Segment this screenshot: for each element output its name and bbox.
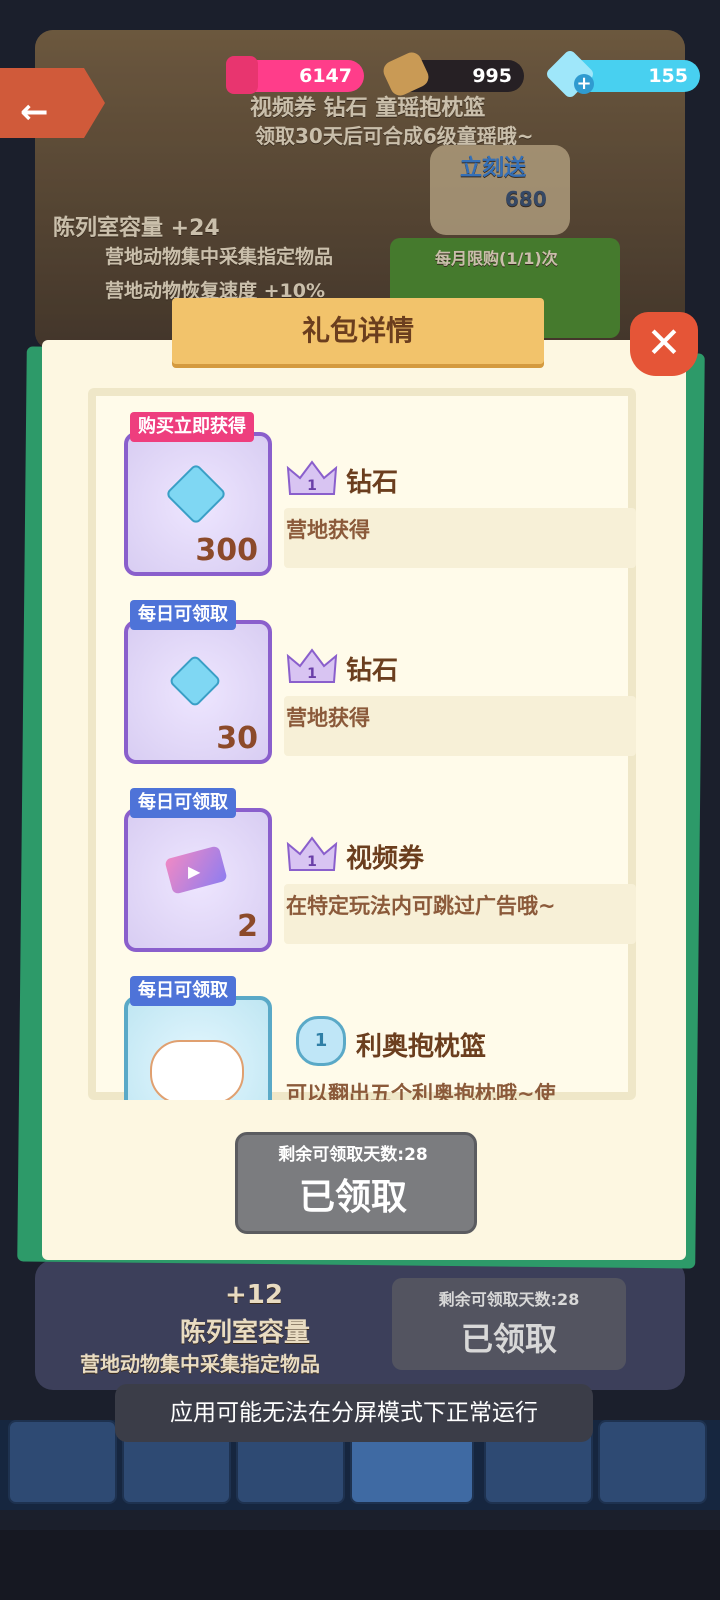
reward-badge: 每日可领取 [130,788,236,818]
add-gem-icon[interactable]: + [574,74,594,94]
diamond-icon [168,654,222,708]
bg-claim-label: 已领取 [460,1320,557,1358]
claimed-label: 已领取 [298,1177,407,1218]
dialog-title: 礼包详情 [301,314,414,347]
tab-gem[interactable] [598,1420,707,1504]
play-icon: ▶ [188,862,201,881]
svg-text:1: 1 [307,666,317,682]
reward-card [124,996,272,1100]
bg-bullet1: 营地动物集中采集指定物品 [105,246,334,268]
reward-name: 视频券 [346,844,425,874]
close-button[interactable]: ✕ [630,312,698,376]
bg-line1: 视频券 钻石 童瑶抱枕篮 [250,96,486,121]
reward-description: 可以翻出五个利奥抱枕哦~使 [286,1082,556,1100]
reward-list[interactable]: 300 购买立即获得 1 钻石 营地获得 30 每日可领取 1 钻石 营地获得 … [88,388,636,1100]
wood-currency-value: 995 [472,65,512,87]
crown-icon: 1 [286,648,338,683]
reward-description: 营地获得 [286,518,370,542]
bg-send-label: 立刻送 [460,156,527,181]
reward-name: 钻石 [346,656,399,686]
list-item: 每日可领取 1 利奥抱枕篮 可以翻出五个利奥抱枕哦~使 [124,976,624,1100]
reward-description: 营地获得 [286,706,370,730]
svg-text:1: 1 [307,478,317,494]
reward-quantity: 300 [195,533,258,568]
jar-icon [226,56,258,94]
reward-badge: 每日可领取 [130,976,236,1006]
bg-bottom-plus: +12 [225,1280,283,1310]
bg-bottom-capacity: 陈列室容量 [180,1318,311,1348]
wood-currency-counter: 995 [380,49,524,99]
crown-icon: 1 [286,836,338,871]
bg-capacity: 陈列室容量 +24 [53,216,220,241]
list-item: 300 购买立即获得 1 钻石 营地获得 [124,412,636,576]
reward-quantity: 30 [216,721,258,756]
pink-currency-counter: 6147 [226,56,364,94]
bg-claim-days: 剩余可领取天数:28 [438,1290,580,1309]
bg-monthly-limit: 每月限购(1/1)次 [435,249,558,268]
list-item: ▶ 2 每日可领取 1 视频券 在特定玩法内可跳过广告哦~ [124,788,636,952]
reward-badge: 购买立即获得 [130,412,254,442]
reward-description: 在特定玩法内可跳过广告哦~ [286,894,556,918]
gem-currency-value: 155 [648,65,688,87]
list-item: 30 每日可领取 1 钻石 营地获得 [124,600,636,764]
back-arrow-icon: ← [20,92,49,132]
reward-name: 钻石 [346,468,399,498]
back-button[interactable] [0,68,105,138]
svg-text:1: 1 [307,854,317,870]
level-badge-icon: 1 [296,1016,346,1066]
bg-bottom-bullet: 营地动物集中采集指定物品 [80,1352,320,1376]
remaining-days-label: 剩余可领取天数:28 [278,1145,428,1165]
bg-send-amount: 680 [505,187,547,211]
tab-gift[interactable] [8,1420,117,1504]
reward-card: ▶ 2 [124,808,272,952]
reward-card: 300 [124,432,272,576]
reward-quantity: 2 [237,909,258,944]
gem-currency-counter[interactable]: + 155 [544,48,700,100]
system-toast: 应用可能无法在分屏模式下正常运行 [115,1384,593,1442]
diamond-icon [164,462,228,526]
system-navigation-area [0,1530,720,1600]
pink-currency-value: 6147 [299,65,352,87]
reward-card: 30 [124,620,272,764]
reward-name: 利奥抱枕篮 [356,1032,487,1062]
crown-icon: 1 [286,460,338,495]
reward-badge: 每日可领取 [130,600,236,630]
pillow-basket-icon [150,1040,244,1100]
